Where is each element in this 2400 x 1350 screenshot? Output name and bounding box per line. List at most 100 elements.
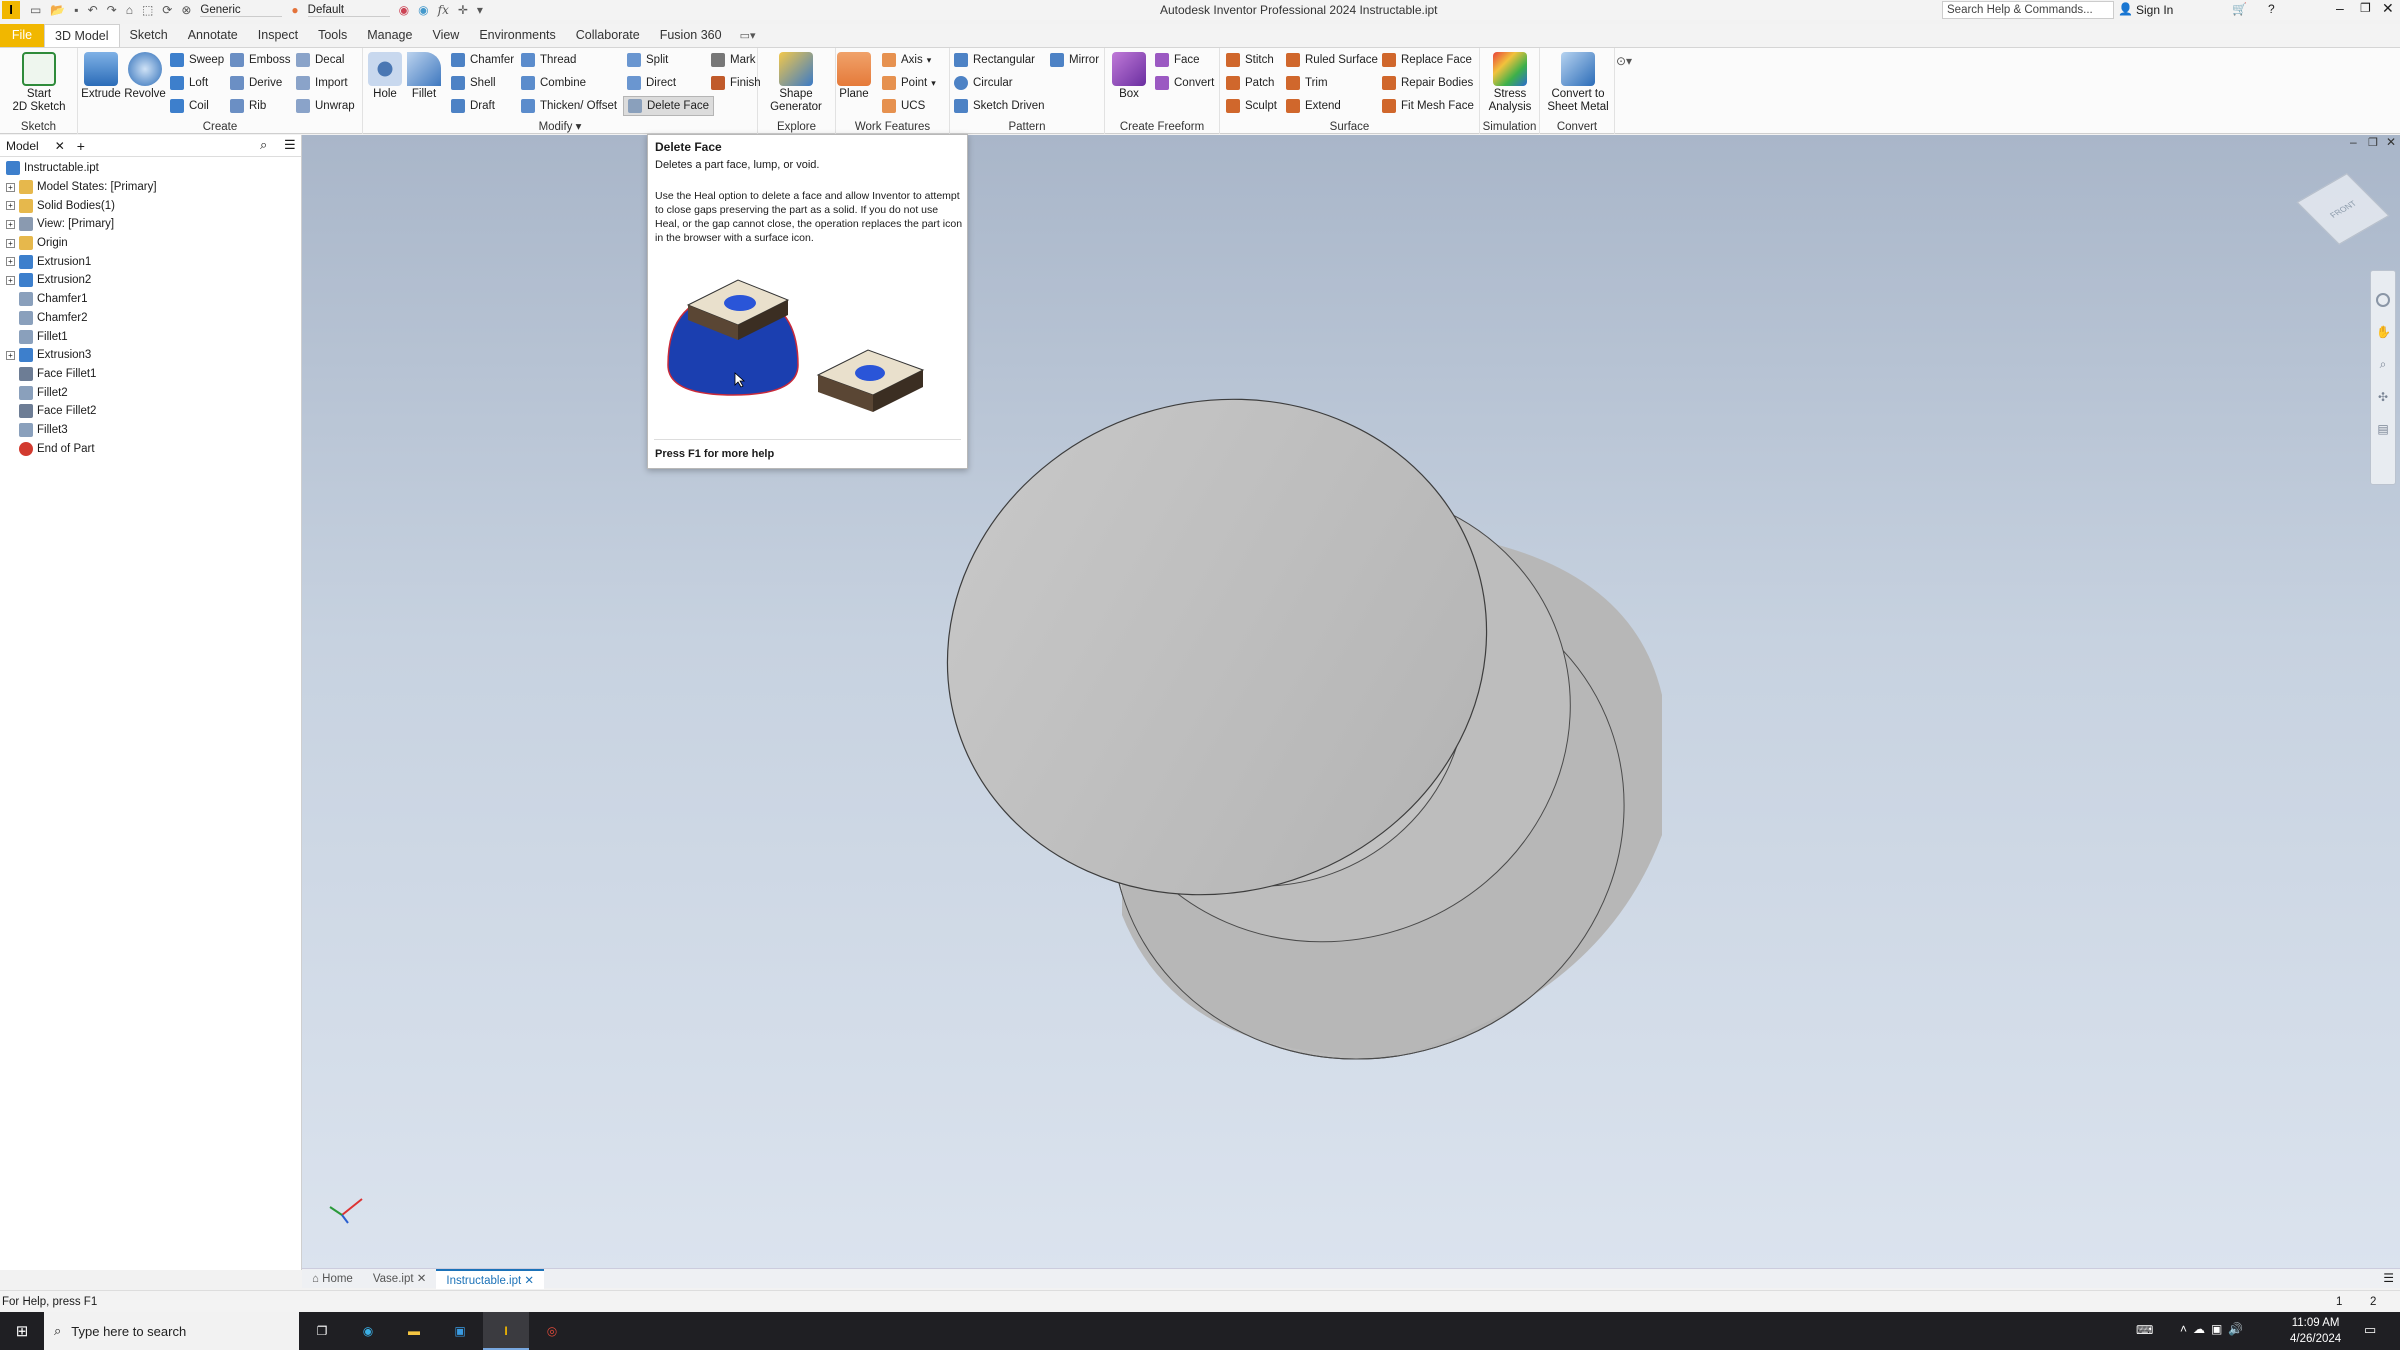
- help-icon[interactable]: ?: [2268, 2, 2275, 16]
- undo-icon[interactable]: ↶: [88, 3, 98, 17]
- draft-button[interactable]: Draft: [451, 99, 495, 113]
- tab-view[interactable]: View: [422, 24, 469, 47]
- browser-node[interactable]: Face Fillet1: [0, 365, 301, 384]
- revolve-button[interactable]: Revolve: [122, 52, 168, 101]
- tab-manage[interactable]: Manage: [357, 24, 422, 47]
- close-icon[interactable]: ✕: [55, 139, 65, 153]
- extend-button[interactable]: Extend: [1286, 99, 1341, 113]
- coil-button[interactable]: Coil: [170, 99, 209, 113]
- clear-appearance-icon[interactable]: ⊗: [181, 3, 191, 17]
- close-icon[interactable]: ✕: [2382, 0, 2394, 17]
- rectangular-pattern-button[interactable]: Rectangular: [954, 53, 1035, 67]
- browser-node[interactable]: Fillet3: [0, 421, 301, 440]
- graphics-window[interactable]: FRONT ✋ ⌕ ✣ ▤ – ❐ ✕: [302, 135, 2400, 1270]
- patch-button[interactable]: Patch: [1226, 76, 1274, 90]
- expand-icon[interactable]: +: [6, 238, 15, 248]
- box-button[interactable]: Box: [1109, 52, 1149, 101]
- doc-tab-vase[interactable]: Vase.ipt ✕: [363, 1269, 437, 1289]
- minimize-icon[interactable]: –: [2336, 0, 2344, 16]
- task-view-icon[interactable]: ❐: [299, 1324, 345, 1338]
- browser-node[interactable]: + Extrusion1: [0, 252, 301, 271]
- stitch-button[interactable]: Stitch: [1226, 53, 1274, 67]
- close-icon[interactable]: ✕: [524, 1275, 534, 1287]
- measure-icon[interactable]: ✛: [458, 3, 468, 17]
- rib-button[interactable]: Rib: [230, 99, 266, 113]
- steering-wheel-icon[interactable]: [2376, 293, 2390, 307]
- viewport-restore-icon[interactable]: ❐: [2368, 136, 2378, 149]
- customize-icon[interactable]: ▾: [477, 3, 483, 17]
- fillet-button[interactable]: Fillet: [405, 52, 443, 101]
- user-icon[interactable]: 👤: [2118, 2, 2133, 16]
- save-icon[interactable]: ▪: [74, 3, 78, 17]
- loft-button[interactable]: Loft: [170, 76, 208, 90]
- chamfer-button[interactable]: Chamfer: [451, 53, 514, 67]
- freeform-convert-button[interactable]: Convert: [1155, 76, 1214, 90]
- ucs-button[interactable]: UCS: [882, 99, 925, 113]
- browser-node[interactable]: + Origin: [0, 234, 301, 253]
- part-body[interactable]: [883, 330, 1693, 1131]
- doc-tab-home[interactable]: ⌂ Home: [302, 1269, 363, 1289]
- add-icon[interactable]: +: [77, 138, 85, 154]
- shell-button[interactable]: Shell: [451, 76, 496, 90]
- tab-tools[interactable]: Tools: [308, 24, 357, 47]
- convert-to-sheet-metal-button[interactable]: Convert to Sheet Metal: [1542, 52, 1614, 114]
- freeform-face-button[interactable]: Face: [1155, 53, 1200, 67]
- panel-label-modify[interactable]: Modify ▾: [363, 119, 757, 133]
- part-model[interactable]: [302, 135, 2400, 1270]
- browser-node[interactable]: + View: [Primary]: [0, 215, 301, 234]
- browser-node[interactable]: + Solid Bodies(1): [0, 196, 301, 215]
- browser-node[interactable]: + Model States: [Primary]: [0, 178, 301, 197]
- mark-button[interactable]: Mark: [711, 53, 756, 67]
- keyboard-icon[interactable]: ⌨: [2136, 1323, 2153, 1337]
- browser-node[interactable]: Fillet2: [0, 383, 301, 402]
- browser-node[interactable]: End of Part: [0, 439, 301, 458]
- viewport-close-icon[interactable]: ✕: [2386, 135, 2396, 149]
- color-override-icon[interactable]: ◉: [399, 3, 409, 17]
- repair-bodies-button[interactable]: Repair Bodies: [1382, 76, 1473, 90]
- tab-environments[interactable]: Environments: [469, 24, 565, 47]
- zoom-icon[interactable]: ⌕: [2376, 357, 2390, 372]
- emboss-button[interactable]: Emboss: [230, 53, 291, 67]
- adjust-icon[interactable]: ◉: [418, 3, 428, 17]
- windows-start-icon[interactable]: ⊞: [0, 1322, 44, 1340]
- sculpt-button[interactable]: Sculpt: [1226, 99, 1277, 113]
- split-button[interactable]: Split: [627, 53, 668, 67]
- tab-sketch[interactable]: Sketch: [120, 24, 178, 47]
- circular-pattern-button[interactable]: Circular: [954, 76, 1013, 90]
- select-icon[interactable]: ⬚: [142, 3, 153, 17]
- tab-list-menu-icon[interactable]: ☰: [2383, 1271, 2394, 1285]
- browser-node[interactable]: Face Fillet2: [0, 402, 301, 421]
- inventor-taskbar-icon[interactable]: I: [483, 1312, 529, 1350]
- tab-fusion-360[interactable]: Fusion 360: [650, 24, 732, 47]
- thicken-offset-button[interactable]: Thicken/ Offset: [521, 99, 617, 113]
- edge-icon[interactable]: ◉: [345, 1324, 391, 1338]
- mirror-button[interactable]: Mirror: [1050, 53, 1099, 67]
- replace-face-button[interactable]: Replace Face: [1382, 53, 1472, 67]
- search-icon[interactable]: ⌕: [260, 137, 267, 153]
- delete-face-button[interactable]: Delete Face: [623, 96, 715, 116]
- thread-button[interactable]: Thread: [521, 53, 576, 67]
- tray-icons[interactable]: ˄☁▣🔊: [2180, 1322, 2249, 1336]
- tab-annotate[interactable]: Annotate: [178, 24, 248, 47]
- browser-tab-model[interactable]: Model: [0, 138, 45, 153]
- plane-button[interactable]: Plane: [836, 52, 872, 101]
- expand-icon[interactable]: +: [6, 219, 15, 229]
- notification-icon[interactable]: ▭: [2364, 1322, 2376, 1338]
- redo-icon[interactable]: ↷: [107, 3, 117, 17]
- unwrap-button[interactable]: Unwrap: [296, 99, 355, 113]
- ribbon-add-icon[interactable]: ⊙▾: [1616, 54, 1632, 68]
- stress-analysis-button[interactable]: Stress Analysis: [1484, 52, 1536, 114]
- import-button[interactable]: Import: [296, 76, 348, 90]
- hole-button[interactable]: Hole: [367, 52, 403, 101]
- open-icon[interactable]: 📂: [50, 3, 65, 17]
- pan-icon[interactable]: ✋: [2376, 325, 2391, 339]
- direct-button[interactable]: Direct: [627, 76, 676, 90]
- browser-node[interactable]: Instructable.ipt: [0, 159, 301, 178]
- tab-3d-model[interactable]: 3D Model: [44, 24, 120, 47]
- tab-collaborate[interactable]: Collaborate: [566, 24, 650, 47]
- update-icon[interactable]: ⟳: [162, 3, 172, 17]
- ribbon-options-icon[interactable]: ▭▾: [740, 29, 756, 42]
- browser-node[interactable]: Fillet1: [0, 327, 301, 346]
- taskbar-search-box[interactable]: ⌕ Type here to search: [44, 1312, 299, 1350]
- tab-file[interactable]: File: [0, 24, 44, 47]
